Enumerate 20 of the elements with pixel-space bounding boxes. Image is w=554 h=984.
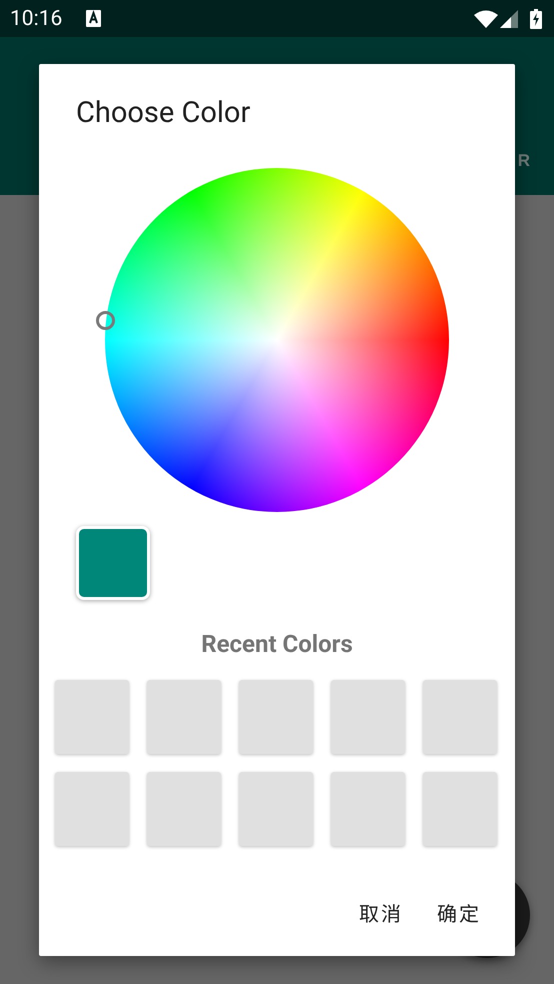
recent-color-swatch[interactable] [423, 680, 497, 754]
recent-color-swatch[interactable] [331, 680, 405, 754]
recent-color-swatch[interactable] [331, 772, 405, 846]
keyboard-icon [86, 10, 102, 27]
recent-color-swatch[interactable] [55, 680, 129, 754]
signal-icon [500, 10, 518, 28]
recent-color-swatch[interactable] [239, 772, 313, 846]
recent-color-swatch[interactable] [147, 680, 221, 754]
cancel-button[interactable]: 取消 [347, 890, 415, 935]
ok-button[interactable]: 确定 [425, 890, 493, 935]
wifi-icon [474, 10, 498, 28]
recent-color-swatch[interactable] [147, 772, 221, 846]
recent-color-swatch[interactable] [423, 772, 497, 846]
battery-icon [530, 8, 542, 28]
recent-color-swatch[interactable] [55, 772, 129, 846]
status-time: 10:16 [10, 6, 62, 30]
picker-handle[interactable] [96, 311, 115, 330]
dialog-title: Choose Color [76, 96, 250, 130]
recent-color-swatch[interactable] [239, 680, 313, 754]
recent-colors-title: Recent Colors [201, 630, 353, 658]
